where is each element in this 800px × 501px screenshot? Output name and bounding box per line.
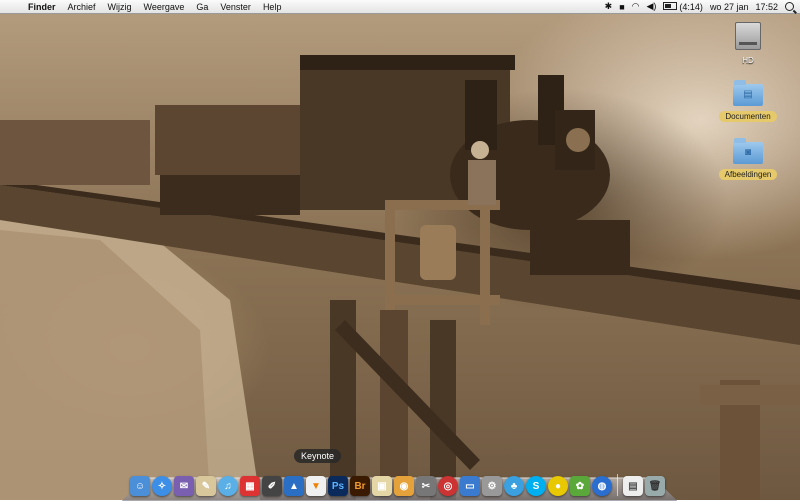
bluetooth-icon[interactable]: ✱ (605, 1, 613, 12)
battery-time: (4:14) (679, 1, 703, 12)
menu-archief[interactable]: Archief (62, 2, 102, 12)
itunes-icon[interactable]: ♫ (218, 476, 238, 496)
date-label[interactable]: wo 27 jan (710, 2, 749, 12)
desktop-icon-afbeeldingen[interactable]: ◙ Afbeeldingen (708, 138, 788, 182)
desktop-icon-label: Documenten (719, 111, 777, 122)
menu-venster[interactable]: Venster (214, 2, 257, 12)
skype-icon[interactable]: S (526, 476, 546, 496)
volume-icon[interactable]: ◀) (647, 1, 657, 12)
documents-stack-icon[interactable]: ▤ (623, 476, 643, 496)
dock-separator (617, 474, 618, 496)
time-machine-icon[interactable]: ■ (619, 2, 624, 12)
iphoto-icon[interactable]: ◉ (394, 476, 414, 496)
system-preferences-icon[interactable]: ⚙ (482, 476, 502, 496)
notes-icon[interactable]: ✎ (196, 476, 216, 496)
preview-icon[interactable]: ▣ (372, 476, 392, 496)
photoshop-icon[interactable]: Ps (328, 476, 348, 496)
train-wallpaper-scene (0, 55, 800, 500)
safari-icon[interactable]: ✧ (152, 476, 172, 496)
menu-ga[interactable]: Ga (190, 2, 214, 12)
desktop-wallpaper (0, 0, 800, 500)
battery-status[interactable]: (4:14) (663, 1, 703, 12)
messenger-icon[interactable]: ♣ (504, 476, 524, 496)
desktop-icon-label: Afbeeldingen (718, 169, 778, 180)
menu-weergave[interactable]: Weergave (138, 2, 191, 12)
wifi-icon[interactable]: ◠ (632, 1, 640, 12)
calendar-icon[interactable]: ▦ (240, 476, 260, 496)
desktop-icon-label: HD (742, 56, 754, 65)
adium-icon[interactable]: ● (548, 476, 568, 496)
menu-help[interactable]: Help (257, 2, 288, 12)
spotlight-app-icon[interactable]: ◍ (592, 476, 612, 496)
finder-icon[interactable]: ☺ (130, 476, 150, 496)
folder-icon: ◙ (733, 138, 763, 164)
dvd-player-icon[interactable]: ◎ (438, 476, 458, 496)
folder-icon: ▤ (733, 80, 763, 106)
tools-icon[interactable]: ✂ (416, 476, 436, 496)
time-label[interactable]: 17:52 (755, 2, 778, 12)
app-green-icon[interactable]: ✿ (570, 476, 590, 496)
dock: ☺ ✧ ✉ ✎ ♫ ▦ ✐ ▲ ▼ Ps Br ▣ ◉ ✂ ◎ ▭ ⚙ ♣ S … (130, 468, 675, 496)
dock-tooltip: Keynote (294, 449, 342, 463)
hard-drive-icon (735, 22, 761, 50)
trash-icon[interactable]: 🗑 (645, 476, 665, 496)
desktop-icon-hd[interactable]: HD (708, 22, 788, 68)
vlc-icon[interactable]: ▼ (306, 476, 326, 496)
status-area: ✱ ■ ◠ ◀) (4:14) wo 27 jan 17:52 (605, 1, 800, 12)
mail-icon[interactable]: ✉ (174, 476, 194, 496)
remote-desktop-icon[interactable]: ▭ (460, 476, 480, 496)
desktop-icon-documenten[interactable]: ▤ Documenten (708, 80, 788, 124)
keynote-icon[interactable]: ▲ (284, 476, 304, 496)
battery-icon (663, 1, 678, 10)
pencil-tool-icon[interactable]: ✐ (262, 476, 282, 496)
menu-bar: Finder Archief Wijzig Weergave Ga Venste… (0, 0, 800, 14)
spotlight-search-icon[interactable] (785, 2, 794, 11)
bridge-icon[interactable]: Br (350, 476, 370, 496)
menu-finder[interactable]: Finder (22, 2, 62, 12)
menu-wijzig[interactable]: Wijzig (102, 2, 138, 12)
